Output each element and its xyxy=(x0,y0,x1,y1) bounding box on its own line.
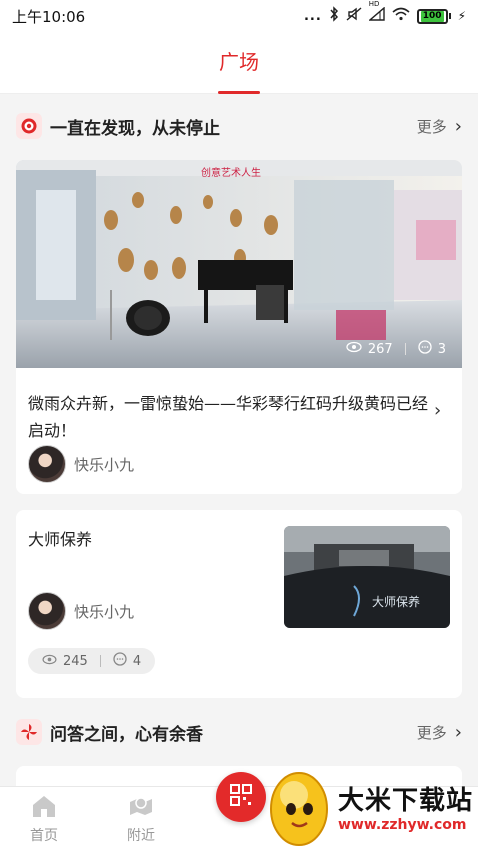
post-views: 245 xyxy=(63,653,88,669)
rice-mascot-logo xyxy=(264,765,334,847)
post-views: 267 xyxy=(367,341,393,357)
nav-nearby[interactable]: 附近 xyxy=(127,793,155,845)
target-icon xyxy=(16,113,42,139)
post-stats-overlay: 267 3 xyxy=(346,340,446,358)
status-time: 上午10:06 xyxy=(12,7,86,26)
post-title[interactable]: 微雨众卉新，一雷惊蛰始——华彩琴行红码升级黄码已经启动！ xyxy=(28,390,428,444)
tab-square[interactable]: 广场 xyxy=(218,46,260,94)
post-stats-pill: 245 4 xyxy=(28,648,156,674)
section-qa-title: 问答之间，心有余香 xyxy=(50,724,203,745)
eye-icon xyxy=(346,341,362,357)
watermark-title: 大米下载站 xyxy=(338,785,474,816)
top-header: 广场 xyxy=(0,32,478,94)
wifi-icon xyxy=(392,7,410,25)
post-title[interactable]: 大师保养 xyxy=(28,526,268,553)
section-discover-header: 一直在发现，从未停止 更多 › xyxy=(16,108,462,144)
qr-code-icon xyxy=(229,783,253,811)
post-comments: 4 xyxy=(132,653,142,669)
status-bar: 上午10:06 ... HD 100 ⚡ xyxy=(0,0,478,32)
more-label: 更多 xyxy=(416,723,447,742)
section-discover-more[interactable]: 更多 › xyxy=(417,116,462,137)
nav-nearby-label: 附近 xyxy=(127,828,155,844)
photo-cover-text: 大师保养 xyxy=(372,594,420,609)
comment-icon xyxy=(113,652,127,670)
signal-icon: HD xyxy=(367,0,385,25)
author-name: 快乐小九 xyxy=(74,602,135,621)
post-author[interactable]: 快乐小九 xyxy=(28,592,134,630)
more-label: 更多 xyxy=(416,117,447,136)
chevron-right-icon: › xyxy=(454,721,462,743)
hd-label: HD xyxy=(368,0,380,8)
battery-icon: 100 xyxy=(416,8,451,24)
post-card-master-care[interactable]: 大师保养 大师保养 快乐小九 245 4 xyxy=(16,510,462,698)
post-author[interactable]: 快乐小九 xyxy=(28,445,134,483)
more-dots-icon: ... xyxy=(303,8,322,24)
watermark: 大米下载站 www.zzhyw.com xyxy=(264,762,478,850)
avatar[interactable] xyxy=(28,592,66,630)
chevron-right-icon[interactable]: › xyxy=(434,400,441,421)
nav-home-label: 首页 xyxy=(30,828,58,844)
post-card-featured[interactable]: 创意艺术人生 267 3 微雨众卉新，一雷惊蛰始——华彩琴行红码升级黄码已经启动… xyxy=(16,160,462,494)
post-photo-car-engine[interactable]: 大师保养 xyxy=(284,526,450,628)
photo-sign: 创意艺术人生 xyxy=(201,166,261,179)
pinwheel-icon xyxy=(16,719,42,745)
charging-icon: ⚡ xyxy=(457,9,466,23)
section-qa-header: 问答之间，心有余香 更多 › xyxy=(16,714,462,750)
system-icons: ... HD 100 ⚡ xyxy=(303,0,466,26)
section-qa-more[interactable]: 更多 › xyxy=(417,722,462,743)
nav-home[interactable]: 首页 xyxy=(30,793,58,845)
author-name: 快乐小九 xyxy=(74,455,135,474)
eye-icon xyxy=(42,654,57,669)
bluetooth-icon xyxy=(329,6,339,26)
qr-scan-button[interactable] xyxy=(216,772,266,822)
chevron-right-icon: › xyxy=(454,115,462,137)
avatar[interactable] xyxy=(28,445,66,483)
battery-level: 100 xyxy=(420,10,444,22)
watermark-url: www.zzhyw.com xyxy=(338,816,467,833)
section-discover-title: 一直在发现，从未停止 xyxy=(50,118,220,139)
home-icon xyxy=(30,793,58,823)
post-comments: 3 xyxy=(437,341,446,357)
map-pin-icon xyxy=(127,793,155,823)
post-photo-music-store[interactable]: 创意艺术人生 267 3 xyxy=(16,160,462,368)
comment-icon xyxy=(418,340,432,358)
mute-icon xyxy=(346,6,362,26)
